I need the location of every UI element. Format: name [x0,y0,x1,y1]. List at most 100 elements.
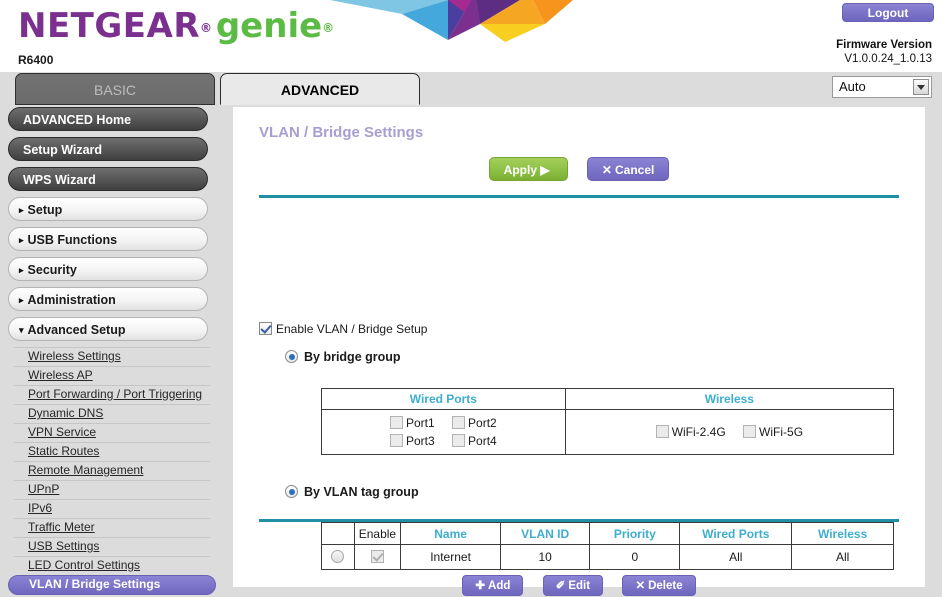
port4-label: Port4 [468,434,497,448]
checkbox-wifi-5g[interactable]: WiFi-5G [743,423,803,441]
bridge-group-table: Wired Ports Wireless Port1 Port2 Port3 P… [321,388,895,455]
sidebar-submenu-advanced-setup: Wireless Settings Wireless AP Port Forwa… [0,347,226,595]
vlan-row-action-buttons: ✚ Add ✐ Edit ✕ Delete [233,575,925,596]
radio-by-bridge-group-label: By bridge group [304,350,401,364]
chevron-right-icon: ▸ [19,265,24,275]
sidebar-item-port-forwarding-port-triggering[interactable]: Port Forwarding / Port Triggering [14,385,210,404]
sidebar-item-wps-wizard[interactable]: WPS Wizard [8,167,208,191]
bridge-header-wired-ports: Wired Ports [321,388,566,410]
port1-label: Port1 [406,416,435,430]
sidebar-item-wireless-settings[interactable]: Wireless Settings [14,347,210,366]
play-arrow-icon: ▶ [540,163,550,177]
sidebar-item-wireless-ap[interactable]: Wireless AP [14,366,210,385]
vlan-row-wired-ports: All [679,544,793,570]
cancel-button[interactable]: ✕ Cancel [586,157,670,181]
bridge-cell-wired-ports: Port1 Port2 Port3 Port4 [321,409,566,455]
app-header: NETGEAR® genie® R6400 Logout Firmware Ve… [0,0,942,72]
sidebar-item-vpn-service[interactable]: VPN Service [14,423,210,442]
radio-by-bridge-group[interactable] [285,350,298,363]
option-by-vlan-tag-group[interactable]: By VLAN tag group [285,485,419,499]
sidebar-item-label: Port Forwarding / Port Triggering [28,387,203,401]
checkbox-port4[interactable]: Port4 [452,432,497,450]
sidebar-section-usb-functions[interactable]: ▸ USB Functions [8,227,208,251]
sidebar-item-label: UPnP [28,482,60,496]
vlan-row-enable-cell[interactable] [353,544,402,570]
enable-vlan-bridge-setup-label: Enable VLAN / Bridge Setup [276,322,428,336]
sidebar-item-vlan-bridge-settings[interactable]: VLAN / Bridge Settings [8,575,216,595]
checkbox-port1[interactable]: Port1 [390,414,435,432]
sidebar-item-label: IPv6 [28,501,53,515]
sidebar-item-usb-settings[interactable]: USB Settings [14,537,210,556]
enable-vlan-bridge-setup-row: Enable VLAN / Bridge Setup [259,322,427,336]
sidebar-section-administration[interactable]: ▸ Administration [8,287,208,311]
sidebar-item-traffic-meter[interactable]: Traffic Meter [14,518,210,537]
vlan-header-priority: Priority [589,522,681,545]
page-title: VLAN / Bridge Settings [259,124,424,141]
sidebar-item-advanced-home[interactable]: ADVANCED Home [8,107,208,131]
form-action-buttons: Apply ▶ ✕ Cancel [233,157,925,181]
main-tabbar: BASIC ADVANCED [0,73,942,107]
apply-button[interactable]: Apply ▶ [488,157,568,181]
checkbox-port2[interactable]: Port2 [452,414,497,432]
chevron-right-icon: ▸ [19,295,24,305]
sidebar-section-usb-functions-label: USB Functions [27,233,118,247]
delete-button-label: Delete [648,580,683,592]
chevron-right-icon: ▸ [19,235,24,245]
edit-button[interactable]: ✐ Edit [542,575,604,596]
table-row[interactable]: Internet 10 0 All All [321,544,894,570]
port3-checkbox-icon[interactable] [390,434,403,447]
sidebar-item-label: USB Settings [28,539,100,553]
table-row: Port1 Port2 Port3 Port4 WiFi-2.4G WiFi-5… [321,409,895,455]
vlan-header-wired-ports: Wired Ports [679,522,793,545]
sidebar-item-upnp[interactable]: UPnP [14,480,210,499]
wired-ports-line-1: Port1 Port2 [322,414,565,432]
vlan-header-enable: Enable [353,522,402,545]
sidebar-item-led-control-settings[interactable]: LED Control Settings [14,556,210,575]
table-header-row: Wired Ports Wireless [321,388,895,410]
port1-checkbox-icon[interactable] [390,416,403,429]
vlan-row-select-cell[interactable] [321,544,355,570]
vlan-row-priority: 0 [589,544,681,570]
wifi-24g-checkbox-icon[interactable] [655,425,669,438]
sidebar-item-static-routes[interactable]: Static Routes [14,442,210,461]
wired-ports-line-2: Port3 Port4 [322,432,565,450]
vlan-header-select [321,522,355,545]
vlan-header-name: Name [400,522,501,545]
vlan-row-enable-checkbox[interactable] [370,550,384,563]
chevron-down-icon: ▾ [19,325,24,335]
sidebar-item-label: Dynamic DNS [28,406,104,420]
sidebar-item-ipv6[interactable]: IPv6 [14,499,210,518]
sidebar-section-advanced-setup-label: Advanced Setup [27,323,126,337]
sidebar-section-administration-label: Administration [27,293,116,307]
wifi-5g-checkbox-icon[interactable] [743,425,757,438]
tab-basic[interactable]: BASIC [15,73,215,105]
radio-by-vlan-tag-group[interactable] [285,485,298,498]
sidebar-section-security[interactable]: ▸ Security [8,257,208,281]
sidebar-item-label: Traffic Meter [28,520,95,534]
table-header-row: Enable Name VLAN ID Priority Wired Ports… [321,522,894,545]
firmware-version-value: V1.0.0.24_1.0.13 [844,53,932,65]
router-model-label: R6400 [18,53,54,67]
port4-checkbox-icon[interactable] [452,434,466,447]
vlan-tag-group-table: Enable Name VLAN ID Priority Wired Ports… [321,522,894,570]
option-by-bridge-group[interactable]: By bridge group [285,350,401,364]
sidebar-item-dynamic-dns[interactable]: Dynamic DNS [14,404,210,423]
logout-button[interactable]: Logout [842,3,934,22]
vlan-header-wireless: Wireless [791,522,894,545]
checkbox-wifi-24g[interactable]: WiFi-2.4G [655,423,726,441]
sidebar-section-setup[interactable]: ▸ Setup [8,197,208,221]
sidebar-item-label: VLAN / Bridge Settings [29,577,161,591]
checkbox-port3[interactable]: Port3 [390,432,435,450]
vlan-row-radio[interactable] [331,550,345,563]
sidebar-section-advanced-setup[interactable]: ▾ Advanced Setup [8,317,208,341]
divider-top [259,195,899,198]
tab-advanced[interactable]: ADVANCED [220,73,420,105]
delete-button[interactable]: ✕ Delete [622,575,696,596]
port2-checkbox-icon[interactable] [452,416,466,429]
add-button[interactable]: ✚ Add [462,575,524,596]
sidebar-item-remote-management[interactable]: Remote Management [14,461,210,480]
enable-vlan-bridge-setup-checkbox[interactable] [259,322,272,335]
radio-by-vlan-tag-group-label: By VLAN tag group [304,485,419,499]
sidebar-navigation: ADVANCED Home Setup Wizard WPS Wizard ▸ S… [0,107,226,595]
sidebar-item-setup-wizard[interactable]: Setup Wizard [8,137,208,161]
